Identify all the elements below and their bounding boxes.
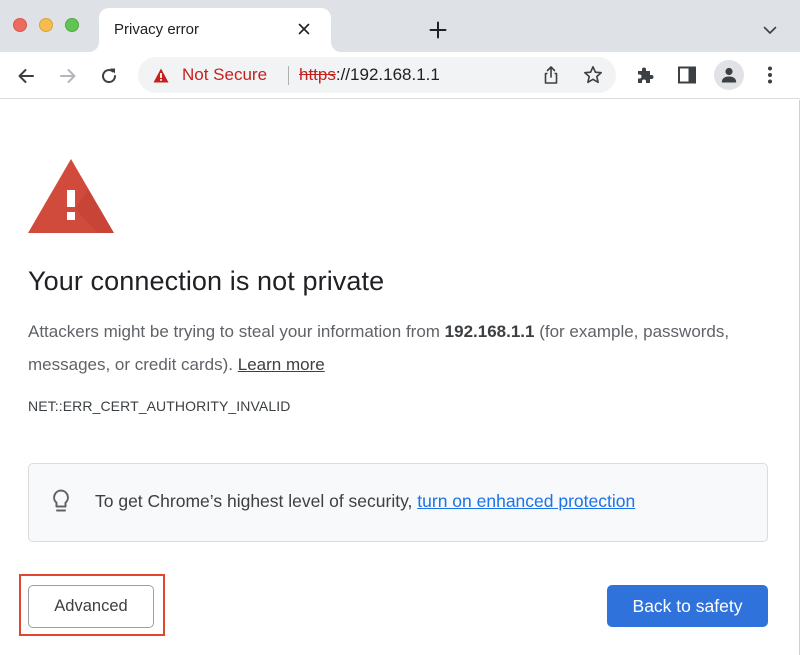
person-icon <box>721 67 737 83</box>
arrow-right-icon[interactable] <box>55 63 81 89</box>
more-vert-icon[interactable] <box>758 63 782 87</box>
lightbulb-icon <box>53 489 69 512</box>
host-name: 192.168.1.1 <box>444 322 535 341</box>
share-icon[interactable] <box>540 64 562 86</box>
toolbar: Not Secure https://192.168.1.1 <box>0 52 800 99</box>
window-minimize-button[interactable] <box>39 18 53 32</box>
tab-privacy-error[interactable]: Privacy error <box>99 8 331 52</box>
profile-avatar[interactable] <box>714 60 744 90</box>
description-text: Attackers might be trying to steal your … <box>28 322 445 341</box>
window-maximize-button[interactable] <box>65 18 79 32</box>
error-description: Attackers might be trying to steal your … <box>28 315 748 381</box>
reload-icon[interactable] <box>96 63 122 89</box>
arrow-left-icon[interactable] <box>13 63 39 89</box>
chevron-down-icon[interactable] <box>760 20 780 40</box>
security-status-label[interactable]: Not Secure <box>182 65 267 85</box>
promo-text: To get Chrome’s highest level of securit… <box>95 491 635 512</box>
enhanced-protection-link[interactable]: turn on enhanced protection <box>417 491 635 511</box>
close-icon[interactable] <box>295 20 313 38</box>
interstitial-page: Your connection is not private Attackers… <box>0 100 800 655</box>
puzzle-icon[interactable] <box>633 63 657 87</box>
warning-triangle-icon <box>28 159 114 233</box>
tab-title: Privacy error <box>114 21 200 38</box>
omnibox-divider <box>288 66 289 85</box>
plus-icon[interactable] <box>427 19 449 41</box>
page-title: Your connection is not private <box>28 266 385 296</box>
error-code[interactable]: NET::ERR_CERT_AUTHORITY_INVALID <box>28 398 290 414</box>
enhanced-protection-promo: To get Chrome’s highest level of securit… <box>28 463 768 542</box>
url-host: ://192.168.1.1 <box>335 65 440 84</box>
side-panel-icon[interactable] <box>675 63 699 87</box>
warning-triangle-icon[interactable] <box>153 68 169 83</box>
star-icon[interactable] <box>582 64 604 86</box>
promo-text-prefix: To get Chrome’s highest level of securit… <box>95 491 418 511</box>
back-to-safety-button[interactable]: Back to safety <box>607 585 768 627</box>
tab-strip: Privacy error <box>0 0 800 52</box>
address-bar[interactable]: Not Secure https://192.168.1.1 <box>138 57 616 93</box>
advanced-button[interactable]: Advanced <box>28 585 154 628</box>
url-text[interactable]: https://192.168.1.1 <box>299 65 440 85</box>
learn-more-link[interactable]: Learn more <box>238 355 325 374</box>
window-close-button[interactable] <box>13 18 27 32</box>
url-scheme: https <box>299 65 336 84</box>
